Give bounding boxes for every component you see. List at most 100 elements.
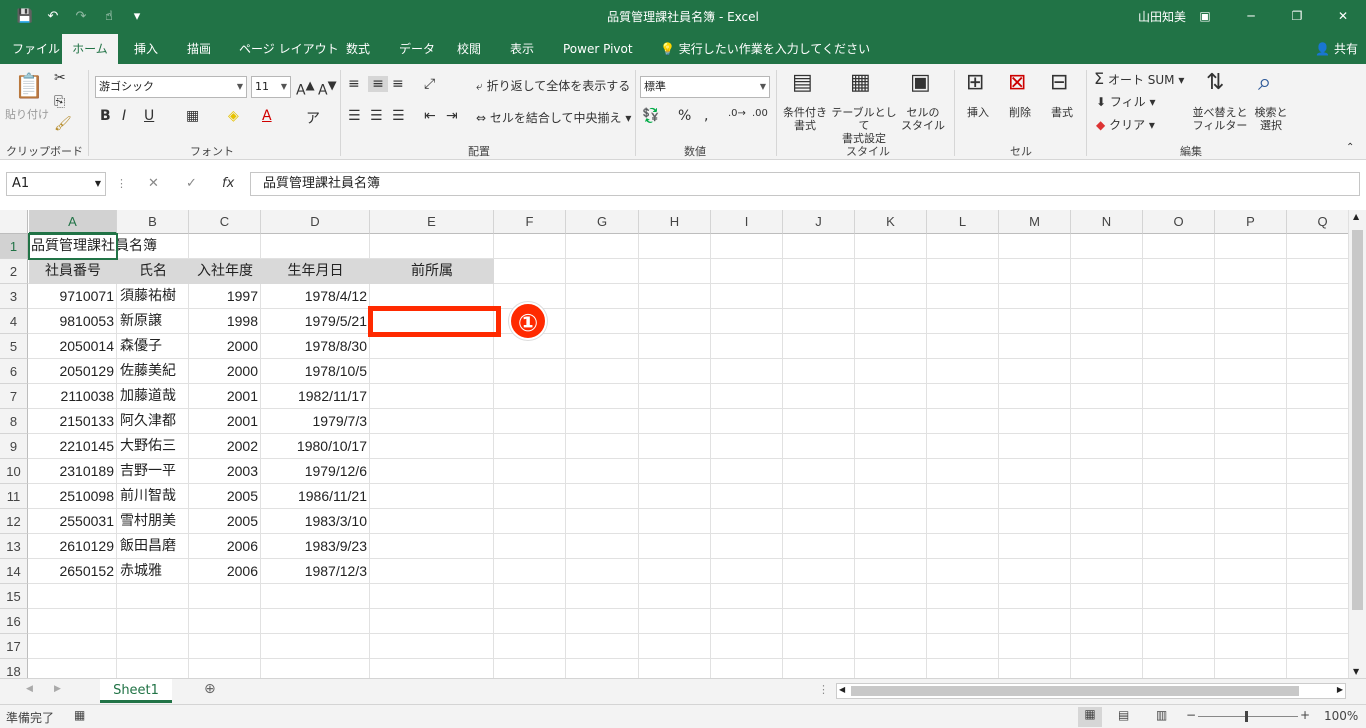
cell-employee-id[interactable]: 2050014	[29, 334, 117, 359]
font-color-icon[interactable]: A	[262, 108, 272, 124]
cell-name[interactable]: 阿久津都	[120, 409, 189, 434]
zoom-level[interactable]: 100%	[1324, 709, 1358, 723]
cell-name[interactable]: 加藤道哉	[120, 384, 189, 409]
align-right-icon[interactable]: ☰	[392, 108, 405, 124]
cell-name[interactable]: 大野佑三	[120, 434, 189, 459]
tab-draw[interactable]: 描画	[177, 34, 221, 64]
tab-review[interactable]: 校閲	[447, 34, 491, 64]
column-header-q[interactable]: Q	[1287, 210, 1348, 234]
insert-cells-icon[interactable]: ⊞	[966, 70, 984, 95]
column-header-c[interactable]: C	[189, 210, 261, 234]
tab-home[interactable]: ホーム	[62, 34, 118, 64]
cell-name[interactable]: 佐藤美紀	[120, 359, 189, 384]
column-header-h[interactable]: H	[639, 210, 711, 234]
column-header-g[interactable]: G	[566, 210, 639, 234]
row-header-10[interactable]: 10	[0, 459, 28, 484]
collapse-ribbon-icon[interactable]: ⌃	[1346, 142, 1354, 153]
row-header-8[interactable]: 8	[0, 409, 28, 434]
cell-join-year[interactable]: 2006	[189, 559, 261, 584]
cancel-icon[interactable]: ✕	[148, 172, 159, 196]
underline-button[interactable]: U	[144, 108, 154, 124]
normal-view-icon[interactable]: ▦	[1078, 707, 1102, 727]
cell-birthdate[interactable]: 1980/10/17	[261, 434, 370, 459]
delete-cells-button[interactable]: 削除	[1004, 106, 1036, 119]
cell-name[interactable]: 新原譲	[120, 309, 189, 334]
font-size-select[interactable]: 11 ▼	[251, 76, 291, 98]
number-format-select[interactable]: 標準 ▼	[640, 76, 770, 98]
cell-employee-id[interactable]: 2050129	[29, 359, 117, 384]
insert-function-button[interactable]: fx	[222, 172, 234, 196]
cell-styles-icon[interactable]: ▣	[910, 70, 931, 95]
cell-employee-id[interactable]: 2650152	[29, 559, 117, 584]
cell-name[interactable]: 須藤祐樹	[120, 284, 189, 309]
column-header-p[interactable]: P	[1215, 210, 1287, 234]
accounting-icon[interactable]: 💱	[642, 108, 659, 124]
sort-filter-icon[interactable]: ⇅	[1206, 70, 1224, 95]
cell-styles-button[interactable]: セルの スタイル	[898, 106, 948, 132]
tab-insert[interactable]: 挿入	[124, 34, 168, 64]
tab-page-layout[interactable]: ページ レイアウト	[229, 34, 349, 64]
cell-birthdate[interactable]: 1979/5/21	[261, 309, 370, 334]
close-icon[interactable]: ✕	[1320, 0, 1366, 32]
cell-join-year[interactable]: 2005	[189, 484, 261, 509]
row-header-6[interactable]: 6	[0, 359, 28, 384]
phonetic-icon[interactable]: ア	[306, 108, 320, 128]
page-break-view-icon[interactable]: ▥	[1156, 708, 1167, 722]
cell-join-year[interactable]: 2002	[189, 434, 261, 459]
fill-color-icon[interactable]: ◈	[228, 108, 239, 124]
clear-button[interactable]: ◆ クリア ▾	[1096, 119, 1155, 132]
cell-birthdate[interactable]: 1979/12/6	[261, 459, 370, 484]
cell-employee-id[interactable]: 2310189	[29, 459, 117, 484]
prev-sheet-icon[interactable]: ◀	[26, 684, 33, 694]
row-header-14[interactable]: 14	[0, 559, 28, 584]
cell-birthdate[interactable]: 1987/12/3	[261, 559, 370, 584]
format-cells-button[interactable]: 書式	[1046, 106, 1078, 119]
sort-filter-button[interactable]: 並べ替えと フィルター	[1192, 106, 1248, 132]
orientation-icon[interactable]: ⤢	[424, 76, 435, 92]
row-header-17[interactable]: 17	[0, 634, 28, 659]
row-header-18[interactable]: 18	[0, 659, 28, 678]
border-icon[interactable]: ▦	[186, 108, 199, 124]
cell-employee-id[interactable]: 2510098	[29, 484, 117, 509]
column-header-a[interactable]: A	[29, 210, 117, 234]
row-header-16[interactable]: 16	[0, 609, 28, 634]
cell-birthdate[interactable]: 1983/3/10	[261, 509, 370, 534]
fill-button[interactable]: ⬇ フィル ▾	[1096, 96, 1156, 109]
cell-join-year[interactable]: 2006	[189, 534, 261, 559]
increase-decimal-icon[interactable]: .0→	[728, 108, 746, 119]
italic-button[interactable]: I	[122, 108, 126, 124]
copy-icon[interactable]: ⎘	[54, 94, 65, 110]
cell-join-year[interactable]: 2001	[189, 384, 261, 409]
percent-button[interactable]: %	[678, 108, 691, 124]
cell-employee-id[interactable]: 2150133	[29, 409, 117, 434]
cell-birthdate[interactable]: 1982/11/17	[261, 384, 370, 409]
sheet-tab-sheet1[interactable]: Sheet1	[100, 679, 172, 703]
row-header-2[interactable]: 2	[0, 259, 28, 284]
row-header-3[interactable]: 3	[0, 284, 28, 309]
tell-me-box[interactable]: 💡 実行したい作業を入力してください	[660, 34, 870, 64]
scroll-thumb[interactable]	[1352, 230, 1363, 610]
cell-join-year[interactable]: 2005	[189, 509, 261, 534]
row-header-1[interactable]: 1	[0, 234, 28, 259]
shrink-font-icon[interactable]: A▼	[318, 78, 337, 99]
cell-birthdate[interactable]: 1978/8/30	[261, 334, 370, 359]
row-header-11[interactable]: 11	[0, 484, 28, 509]
insert-cells-button[interactable]: 挿入	[962, 106, 994, 119]
autosum-button[interactable]: Σ オート SUM ▾	[1094, 71, 1184, 87]
column-header-e[interactable]: E	[370, 210, 494, 234]
tab-view[interactable]: 表示	[500, 34, 544, 64]
delete-cells-icon[interactable]: ⊠	[1008, 70, 1026, 95]
header-name[interactable]: 氏名	[117, 259, 189, 284]
align-middle-icon[interactable]: ≡	[368, 76, 388, 92]
header-previous-dept[interactable]: 前所属	[370, 259, 494, 284]
cell-birthdate[interactable]: 1983/9/23	[261, 534, 370, 559]
cell-name[interactable]: 赤城雅	[120, 559, 189, 584]
cell-employee-id[interactable]: 9810053	[29, 309, 117, 334]
cell-birthdate[interactable]: 1978/10/5	[261, 359, 370, 384]
column-header-m[interactable]: M	[999, 210, 1071, 234]
row-header-9[interactable]: 9	[0, 434, 28, 459]
cell-join-year[interactable]: 2001	[189, 409, 261, 434]
align-top-icon[interactable]: ≡	[348, 76, 360, 92]
format-cells-icon[interactable]: ⊟	[1050, 70, 1068, 95]
row-header-13[interactable]: 13	[0, 534, 28, 559]
